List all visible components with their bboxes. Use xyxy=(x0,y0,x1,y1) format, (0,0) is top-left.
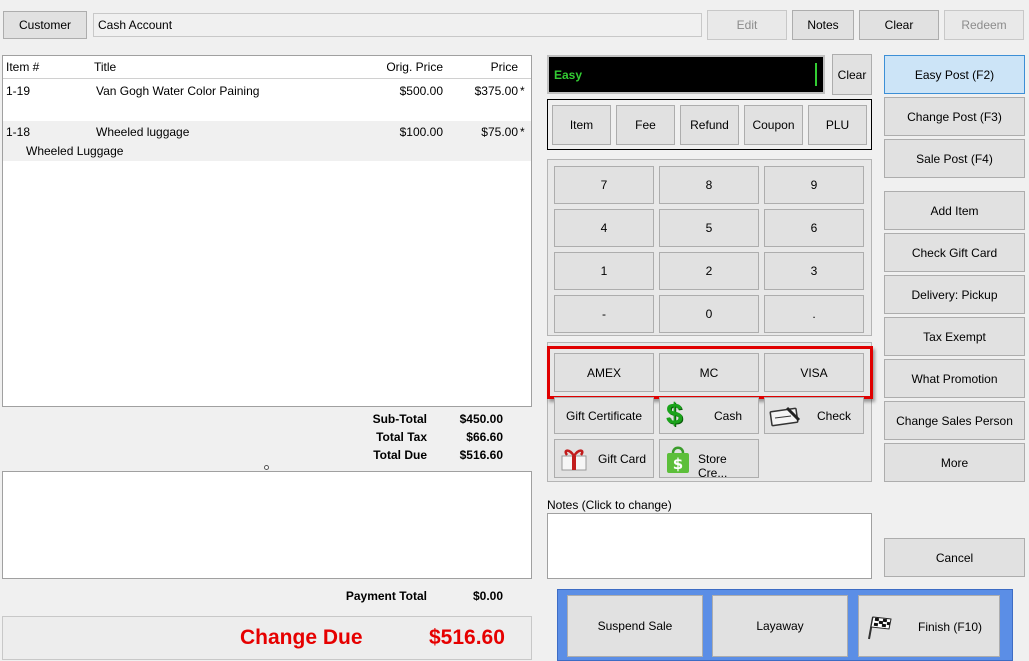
checkered-flag-icon xyxy=(865,613,893,644)
header-price: Price xyxy=(490,60,518,74)
due-value: $516.60 xyxy=(459,448,503,462)
amex-button[interactable]: AMEX xyxy=(554,353,654,392)
row-title: Wheeled luggage xyxy=(96,125,190,139)
sale-post-button[interactable]: Sale Post (F4) xyxy=(884,139,1025,178)
delivery-button[interactable]: Delivery: Pickup xyxy=(884,275,1025,314)
payment-total-value: $0.00 xyxy=(472,589,503,603)
check-gift-card-button[interactable]: Check Gift Card xyxy=(884,233,1025,272)
store-credit-button[interactable]: $ Store Cre... xyxy=(659,439,759,480)
notes-area[interactable] xyxy=(547,513,872,579)
row-orig-price: $100.00 xyxy=(399,125,443,139)
customer-button[interactable]: Customer xyxy=(3,11,87,39)
row-title: Van Gogh Water Color Paining xyxy=(96,84,260,98)
change-due-value: $516.60 xyxy=(429,626,505,649)
payments-list xyxy=(2,471,532,579)
clear-button[interactable]: Clear xyxy=(859,10,939,40)
key-4[interactable]: 4 xyxy=(554,209,654,247)
table-row[interactable]: 1-18 Wheeled luggage $100.00 $75.00 * Wh… xyxy=(3,121,531,161)
add-item-button[interactable]: Add Item xyxy=(884,191,1025,230)
table-header: Item # Title Orig. Price Price xyxy=(3,56,531,79)
action-bar: Suspend Sale Layaway Finish (F10) xyxy=(557,589,1013,661)
key-9[interactable]: 9 xyxy=(764,166,864,204)
change-post-button[interactable]: Change Post (F3) xyxy=(884,97,1025,136)
row-price: $375.00 xyxy=(474,84,518,98)
key-minus[interactable]: - xyxy=(554,295,654,333)
key-5[interactable]: 5 xyxy=(659,209,759,247)
change-due-label: Change Due xyxy=(240,626,363,649)
header-orig-price: Orig. Price xyxy=(386,60,443,74)
header-item-no: Item # xyxy=(6,60,40,74)
svg-text:$: $ xyxy=(673,455,683,473)
check-label: Check xyxy=(817,409,852,423)
shopping-bag-icon: $ xyxy=(664,444,692,477)
tax-exempt-button[interactable]: Tax Exempt xyxy=(884,317,1025,356)
notes-label: Notes (Click to change) xyxy=(547,498,672,512)
customer-field[interactable]: Cash Account xyxy=(93,13,702,37)
row-item-no: 1-18 xyxy=(6,125,31,139)
key-1[interactable]: 1 xyxy=(554,252,654,290)
entry-display[interactable]: Easy xyxy=(547,55,825,94)
row-subtitle: Wheeled Luggage xyxy=(26,144,124,158)
subtotal-value: $450.00 xyxy=(459,412,503,426)
splitter-handle[interactable] xyxy=(264,465,269,470)
visa-button[interactable]: VISA xyxy=(764,353,864,392)
redeem-button[interactable]: Redeem xyxy=(944,10,1024,40)
finish-label: Finish (F10) xyxy=(918,620,983,634)
items-table: Item # Title Orig. Price Price 1-19 Van … xyxy=(2,55,532,407)
row-flag: * xyxy=(520,84,525,98)
due-label: Total Due xyxy=(373,448,427,462)
fee-type-button[interactable]: Fee xyxy=(616,105,675,145)
check-button[interactable]: Check xyxy=(764,397,864,434)
type-buttons-panel: Item Fee Refund Coupon PLU xyxy=(547,99,872,150)
key-0[interactable]: 0 xyxy=(659,295,759,333)
key-decimal[interactable]: . xyxy=(764,295,864,333)
what-promotion-button[interactable]: What Promotion xyxy=(884,359,1025,398)
plu-type-button[interactable]: PLU xyxy=(808,105,867,145)
row-orig-price: $500.00 xyxy=(399,84,443,98)
key-2[interactable]: 2 xyxy=(659,252,759,290)
gift-card-button[interactable]: Gift Card xyxy=(554,439,654,478)
notes-button[interactable]: Notes xyxy=(792,10,854,40)
check-icon xyxy=(769,404,801,431)
subtotal-label: Sub-Total xyxy=(372,412,427,426)
row-price: $75.00 xyxy=(481,125,518,139)
tax-value: $66.60 xyxy=(466,430,503,444)
change-due-panel: Change Due $516.60 xyxy=(2,616,532,660)
gift-card-label: Gift Card xyxy=(598,452,647,466)
edit-button[interactable]: Edit xyxy=(707,10,787,40)
mc-button[interactable]: MC xyxy=(659,353,759,392)
table-row[interactable]: 1-19 Van Gogh Water Color Paining $500.0… xyxy=(3,79,531,121)
gift-certificate-button[interactable]: Gift Certificate xyxy=(554,397,654,434)
layaway-button[interactable]: Layaway xyxy=(712,595,848,657)
cash-label: Cash xyxy=(714,409,743,423)
tax-label: Total Tax xyxy=(376,430,427,444)
finish-button[interactable]: Finish (F10) xyxy=(858,595,1000,657)
gift-icon xyxy=(559,446,589,475)
cancel-button[interactable]: Cancel xyxy=(884,538,1025,577)
key-7[interactable]: 7 xyxy=(554,166,654,204)
item-type-button[interactable]: Item xyxy=(552,105,611,145)
entry-clear-button[interactable]: Clear xyxy=(832,54,872,95)
coupon-type-button[interactable]: Coupon xyxy=(744,105,803,145)
row-flag: * xyxy=(520,125,525,139)
keypad-panel: 7 8 9 4 5 6 1 2 3 - 0 . xyxy=(547,159,872,336)
key-6[interactable]: 6 xyxy=(764,209,864,247)
key-8[interactable]: 8 xyxy=(659,166,759,204)
more-button[interactable]: More xyxy=(884,443,1025,482)
suspend-sale-button[interactable]: Suspend Sale xyxy=(567,595,703,657)
entry-caret xyxy=(815,63,817,86)
refund-type-button[interactable]: Refund xyxy=(680,105,739,145)
payment-total-label: Payment Total xyxy=(345,589,427,603)
header-title: Title xyxy=(94,60,117,74)
cash-button[interactable]: $ Cash xyxy=(659,397,759,434)
row-item-no: 1-19 xyxy=(6,84,31,98)
dollar-icon: $ xyxy=(666,398,683,431)
easy-post-button[interactable]: Easy Post (F2) xyxy=(884,55,1025,94)
change-sales-person-button[interactable]: Change Sales Person xyxy=(884,401,1025,440)
entry-mode-text: Easy xyxy=(554,68,583,82)
store-credit-label: Store Cre... xyxy=(698,452,728,480)
key-3[interactable]: 3 xyxy=(764,252,864,290)
